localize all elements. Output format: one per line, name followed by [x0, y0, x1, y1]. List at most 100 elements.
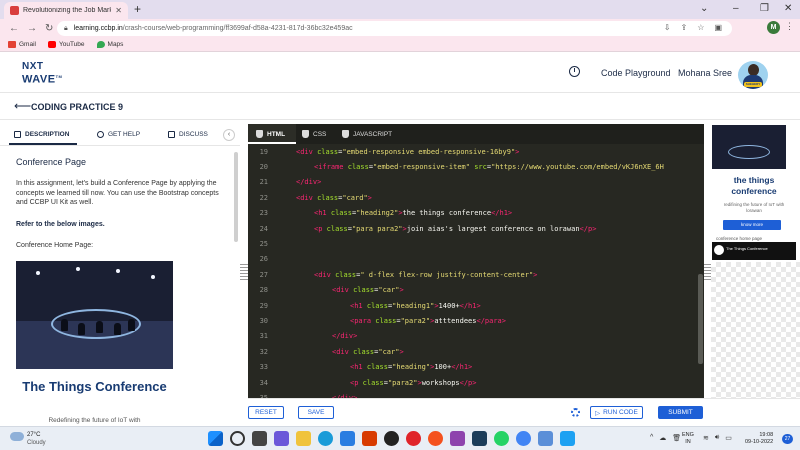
cloud-icon[interactable] [10, 432, 24, 441]
bookmark-youtube[interactable]: YouTube [47, 41, 85, 48]
browser-menu-icon[interactable]: ⋮ [785, 21, 794, 32]
code-line[interactable]: 24 <p class="para para2">join aias's larg… [248, 221, 704, 236]
line-code: <para class="para2">atttendees</para> [350, 316, 506, 325]
bookmark-maps[interactable]: Maps [96, 41, 123, 48]
line-number: 19 [259, 147, 268, 156]
tab-css[interactable]: CSS [302, 130, 326, 138]
opera-icon[interactable] [406, 431, 421, 446]
tab-description[interactable]: DESCRIPTION [14, 131, 69, 138]
code-line[interactable]: 34 <p class="para2">workshops</p> [248, 375, 704, 390]
cloud-sync-icon[interactable]: ☁︎ [659, 434, 666, 442]
task-view-icon[interactable] [252, 431, 267, 446]
weather-condition[interactable]: Cloudy [27, 440, 46, 446]
store-icon[interactable] [340, 431, 355, 446]
code-line[interactable]: 29 <h1 class="heading1">1400+</h1> [248, 298, 704, 313]
panel-scrollbar[interactable] [234, 152, 238, 242]
user-name: Mohana Sree [678, 68, 733, 78]
new-tab-icon[interactable]: + [134, 2, 141, 16]
edge-icon[interactable] [318, 431, 333, 446]
reload-icon[interactable]: ↻ [45, 23, 53, 34]
wifi-icon[interactable]: ≋ [703, 434, 709, 442]
reset-button[interactable]: RESET [248, 406, 284, 419]
tab-discuss[interactable]: DISCUSS [168, 131, 208, 138]
search-icon[interactable] [230, 431, 245, 446]
code-line[interactable]: 19 <div class="embed-responsive embed-res… [248, 144, 704, 159]
terminal-icon[interactable] [472, 431, 487, 446]
nxtwave-logo[interactable]: NXT WAVETM [22, 62, 62, 86]
code-line[interactable]: 31 </div> [248, 329, 704, 344]
timer-icon[interactable] [569, 66, 580, 77]
chevron-down-icon[interactable]: ⌄ [700, 3, 708, 14]
run-code-button[interactable]: ▷ RUN CODE [590, 406, 643, 419]
code-line[interactable]: 33 <h1 class="heading">100+</h1> [248, 359, 704, 374]
submit-button[interactable]: SUBMIT [658, 406, 703, 419]
line-code: <p class="para para2">join aias's larges… [314, 224, 597, 233]
code-text-area[interactable]: 19 <div class="embed-responsive embed-res… [248, 144, 704, 398]
restore-icon[interactable]: ❐ [760, 3, 769, 14]
gear-icon[interactable] [571, 408, 580, 417]
url-field[interactable]: 🔒︎ learning.ccbp.in/crash-course/web-pro… [57, 21, 732, 36]
tab-close-icon[interactable]: ✕ [115, 6, 122, 15]
practice-header: ⟵ CODING PRACTICE 9 [0, 94, 800, 120]
back-arrow-icon[interactable]: ⟵ [14, 99, 31, 113]
browser-tab-active[interactable]: Revolutionizing the Job Market | ✕ [4, 2, 128, 19]
code-editor: HTML CSS JAVASCRIPT 19 <div class="embed-… [248, 124, 704, 398]
office-icon[interactable] [362, 431, 377, 446]
chat-app-icon[interactable] [274, 431, 289, 446]
code-line[interactable]: 23 <h1 class="heading2">the things confer… [248, 206, 704, 221]
firefox-icon[interactable] [428, 431, 443, 446]
tab-javascript[interactable]: JAVASCRIPT [342, 130, 392, 138]
language-indicator[interactable]: ENG IN [682, 432, 694, 446]
tab-html[interactable]: HTML [256, 130, 285, 138]
reference-title: The Things Conference [22, 379, 167, 394]
left-resize-handle[interactable] [240, 264, 248, 280]
editor-scrollbar[interactable] [698, 274, 703, 364]
code-line[interactable]: 28 <div class="car"> [248, 283, 704, 298]
forward-icon[interactable]: → [27, 23, 37, 34]
browser-profile-avatar[interactable]: M [767, 21, 780, 34]
collapse-panel-icon[interactable]: ‹ [223, 129, 235, 141]
code-line[interactable]: 22 <div class="card"> [248, 190, 704, 205]
chrome-icon[interactable] [516, 431, 531, 446]
weather-temperature[interactable]: 27°C [27, 432, 40, 438]
tab-get-help[interactable]: GET HELP [97, 131, 140, 138]
code-line[interactable]: 25 [248, 236, 704, 251]
line-code: <div class="card"> [296, 193, 372, 202]
save-button[interactable]: SAVE [298, 406, 334, 419]
code-line[interactable]: 30 <para class="para2">atttendees</para> [248, 313, 704, 328]
embedded-video[interactable]: The Things Conference [712, 242, 796, 260]
battery-icon[interactable]: ▭ [725, 434, 732, 442]
code-line[interactable]: 21 </div> [248, 175, 704, 190]
code-line[interactable]: 32 <div class="car"> [248, 344, 704, 359]
notification-badge[interactable]: 27 [782, 434, 793, 444]
bookmark-gmail[interactable]: Gmail [8, 41, 36, 48]
code-playground-link[interactable]: Code Playground [601, 68, 671, 78]
dell-icon[interactable] [384, 431, 399, 446]
trash-icon[interactable]: 🗑︎ [672, 434, 681, 442]
bookmark-star-icon[interactable]: ☆ [697, 23, 704, 32]
back-icon[interactable]: ← [9, 23, 19, 34]
extensions-icon[interactable]: ▣ [714, 23, 722, 32]
minimize-icon[interactable]: – [733, 3, 739, 14]
volume-icon[interactable]: 🔊︎ [715, 434, 719, 442]
description-panel: DESCRIPTION GET HELP DISCUSS ‹ Conferenc… [0, 124, 240, 426]
code-line[interactable]: 20 <iframe class="embed-responsive-item" … [248, 159, 704, 174]
know-more-button[interactable]: know more [723, 220, 781, 230]
media-icon[interactable] [450, 431, 465, 446]
install-icon[interactable]: ⇩ [664, 23, 671, 32]
code-line[interactable]: 26 [248, 252, 704, 267]
app-icon[interactable] [538, 431, 553, 446]
tray-chevron-up-icon[interactable]: ^ [650, 434, 653, 442]
windows-start-icon[interactable] [208, 431, 223, 446]
code-line[interactable]: 27 <div class=" d-flex flex-row justify-c… [248, 267, 704, 282]
twitter-icon[interactable] [560, 431, 575, 446]
line-code: <div class="car"> [332, 347, 404, 356]
system-clock[interactable]: 19:08 09-10-2022 [745, 432, 773, 446]
description-content: Conference Page In this assignment, let'… [16, 157, 228, 263]
share-icon[interactable]: ⇪ [681, 23, 688, 32]
user-avatar[interactable]: SHEHERY [738, 61, 768, 89]
window-close-icon[interactable]: ✕ [784, 3, 792, 14]
code-line[interactable]: 35 </div> [248, 390, 704, 398]
whatsapp-icon[interactable] [494, 431, 509, 446]
file-explorer-icon[interactable] [296, 431, 311, 446]
